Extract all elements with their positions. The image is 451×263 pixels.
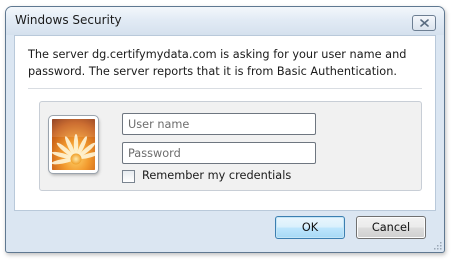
- password-field[interactable]: [122, 142, 316, 164]
- ok-button[interactable]: OK: [275, 216, 345, 239]
- user-tile-flower-icon: [49, 116, 98, 173]
- cancel-button[interactable]: Cancel: [356, 216, 426, 239]
- remember-label[interactable]: Remember my credentials: [142, 169, 291, 182]
- dialog-content: The server dg.certifymydata.com is askin…: [14, 35, 436, 211]
- username-field[interactable]: [122, 113, 316, 135]
- close-button[interactable]: [412, 15, 436, 31]
- window-title: Windows Security: [15, 13, 122, 27]
- close-icon: [420, 19, 429, 27]
- resize-grip-icon[interactable]: [432, 240, 442, 250]
- server-message: The server dg.certifymydata.com is askin…: [28, 48, 407, 78]
- title-bar[interactable]: Windows Security: [6, 7, 444, 35]
- credential-tile: Remember my credentials: [39, 101, 422, 191]
- remember-checkbox[interactable]: [122, 170, 135, 183]
- divider: [28, 88, 422, 89]
- windows-security-dialog: Windows Security The server dg.certifymy…: [5, 6, 445, 253]
